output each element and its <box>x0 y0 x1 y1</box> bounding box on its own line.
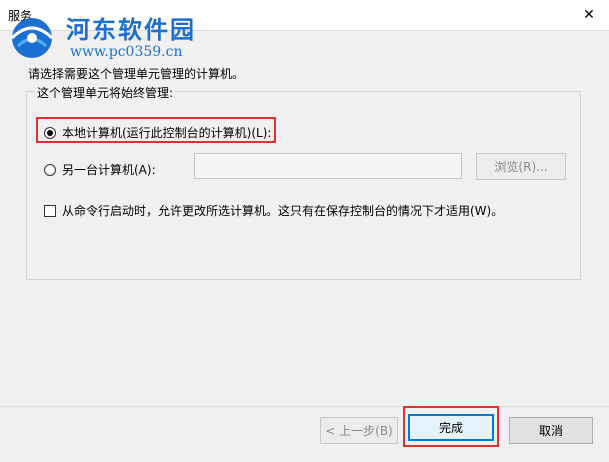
allow-change-label: 从命令行启动时，允许更改所选计算机。这只有在保存控制台的情况下才适用(W)。 <box>62 204 504 218</box>
group-title: 这个管理单元将始终管理: <box>35 84 176 101</box>
watermark-name: 河东软件园 <box>66 15 196 44</box>
dialog-content: 请选择需要这个管理单元管理的计算机。 这个管理单元将始终管理: 本地计算机(运行… <box>0 30 609 406</box>
radio-other-indicator[interactable] <box>44 163 56 176</box>
allow-change-checkbox[interactable] <box>44 204 56 217</box>
cancel-button[interactable]: 取消 <box>509 417 593 444</box>
back-button[interactable]: < 上一步(B) <box>320 417 398 444</box>
watermark-url: www.pc0359.cn <box>70 44 183 60</box>
close-button[interactable]: ✕ <box>569 0 609 30</box>
radio-other-label: 另一台计算机(A): <box>62 163 156 177</box>
finish-highlight <box>403 406 499 447</box>
close-icon: ✕ <box>583 7 595 23</box>
other-computer-input[interactable] <box>194 153 462 179</box>
prompt-text: 请选择需要这个管理单元管理的计算机。 <box>28 67 245 81</box>
local-option-highlight <box>36 117 276 143</box>
watermark-logo-icon <box>10 18 54 58</box>
allow-change-checkbox-row[interactable]: 从命令行启动时，允许更改所选计算机。这只有在保存控制台的情况下才适用(W)。 <box>44 202 503 219</box>
radio-other-computer[interactable]: 另一台计算机(A): <box>44 161 156 178</box>
browse-button[interactable]: 浏览(R)... <box>476 153 566 180</box>
